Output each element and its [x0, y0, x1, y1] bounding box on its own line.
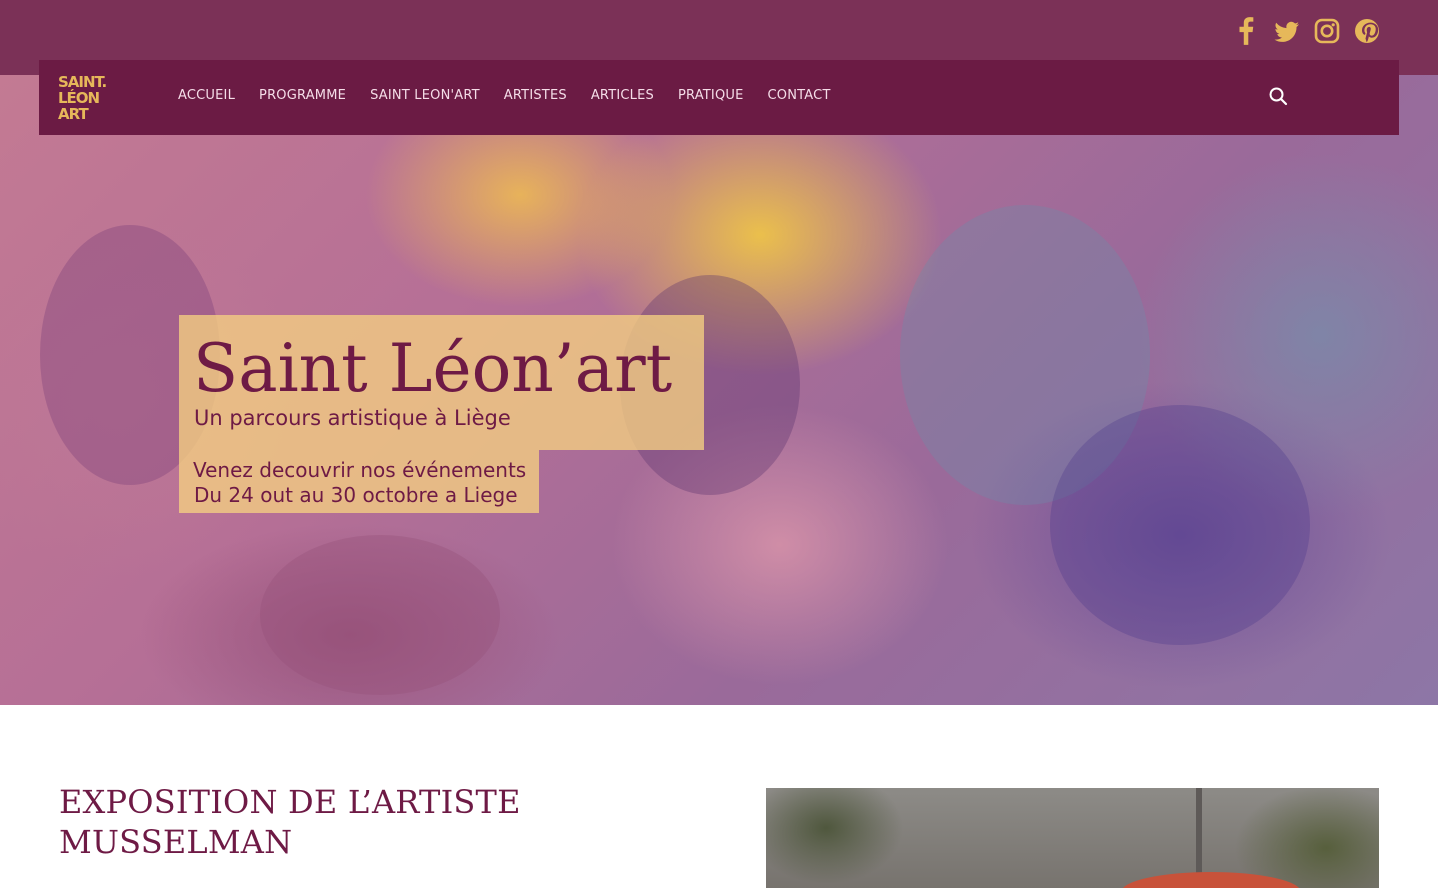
site-logo[interactable]: SAINT. LÉON ART	[58, 74, 120, 122]
nav-item-articles[interactable]: ARTICLES	[591, 88, 654, 103]
logo-line: LÉON	[58, 89, 100, 107]
logo-line: ART	[58, 105, 89, 123]
nav-item-programme[interactable]: PROGRAMME	[259, 88, 346, 103]
hero-figure	[260, 535, 500, 695]
nav-item-artistes[interactable]: ARTISTES	[504, 88, 567, 103]
twitter-icon[interactable]	[1274, 16, 1300, 46]
nav-item-accueil[interactable]: ACCUEIL	[178, 88, 235, 103]
hero-banner: Saint Léon’art Un parcours artistique à …	[0, 75, 1438, 705]
hero-title-box: Saint Léon’art Un parcours artistique à …	[179, 315, 704, 450]
article-image[interactable]	[766, 788, 1379, 888]
article-title[interactable]: EXPOSITION DE L’ARTISTE MUSSELMAN	[59, 782, 619, 862]
logo-line: SAINT.	[58, 73, 107, 91]
pinterest-icon[interactable]	[1354, 16, 1380, 46]
nav-item-contact[interactable]: CONTACT	[768, 88, 831, 103]
main-navbar: SAINT. LÉON ART ACCUEIL PROGRAMME SAINT …	[39, 60, 1399, 135]
hero-event-dates: Du 24 out au 30 octobre a Liege	[194, 483, 518, 507]
nav-item-pratique[interactable]: PRATIQUE	[678, 88, 744, 103]
hero-event-box: Venez decouvrir nos événements Du 24 out…	[179, 450, 539, 513]
social-links	[1234, 16, 1380, 46]
hero-figure	[1050, 405, 1310, 645]
hero-subtitle: Un parcours artistique à Liège	[194, 406, 511, 430]
facebook-icon[interactable]	[1234, 16, 1260, 46]
hero-event-line: Venez decouvrir nos événements	[193, 458, 527, 482]
search-icon[interactable]	[1268, 86, 1288, 106]
instagram-icon[interactable]	[1314, 16, 1340, 46]
nav-item-saint-leonart[interactable]: SAINT LEON'ART	[370, 88, 480, 103]
nav-menu: ACCUEIL PROGRAMME SAINT LEON'ART ARTISTE…	[178, 88, 855, 103]
hero-title: Saint Léon’art	[193, 330, 673, 407]
image-awning	[1121, 872, 1301, 888]
